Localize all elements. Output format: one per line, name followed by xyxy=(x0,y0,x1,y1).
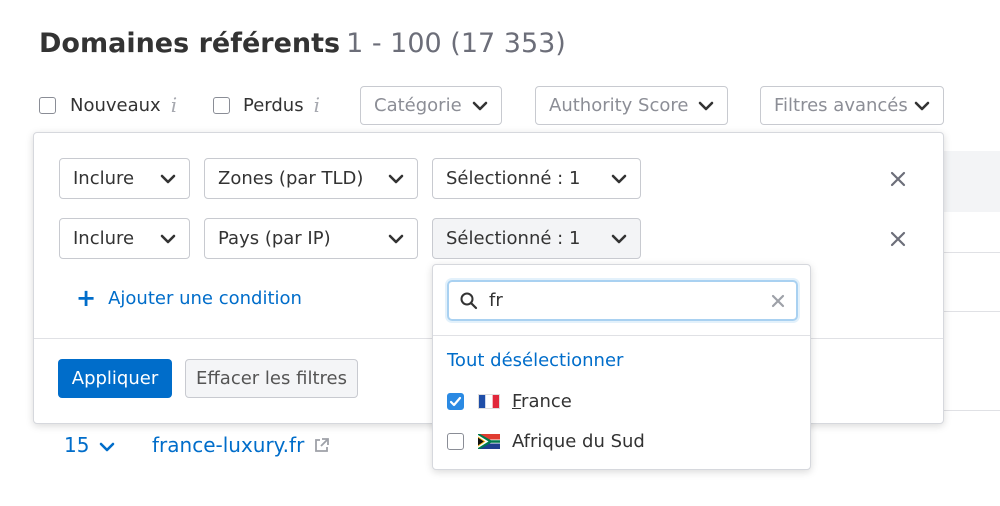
new-label: Nouveaux xyxy=(70,94,161,116)
table-divider xyxy=(944,410,1000,411)
result-range: 1 - 100 (17 353) xyxy=(346,28,566,59)
dropdown-divider xyxy=(433,335,810,336)
page-title: Domaines référents 1 - 100 (17 353) xyxy=(39,28,566,59)
external-link-icon[interactable] xyxy=(313,437,330,454)
chevron-down-icon xyxy=(388,234,404,243)
condition-2-mode-select[interactable]: Inclure xyxy=(59,218,190,259)
advanced-filters-label: Filtres avancés xyxy=(774,95,908,116)
country-dropdown: Tout désélectionner France Afrique du Su… xyxy=(432,264,811,470)
table-divider xyxy=(944,252,1000,253)
condition-value-label: Sélectionné : 1 xyxy=(446,168,581,189)
new-filter[interactable]: Nouveaux i xyxy=(39,92,177,118)
table-divider xyxy=(944,311,1000,312)
condition-mode-label: Inclure xyxy=(73,168,135,189)
south-africa-checkbox[interactable] xyxy=(447,433,464,450)
deselect-all-link[interactable]: Tout désélectionner xyxy=(447,350,623,371)
country-option-south-africa[interactable]: Afrique du Sud xyxy=(447,431,645,452)
condition-1-value-select[interactable]: Sélectionné : 1 xyxy=(432,158,641,199)
page-title-text: Domaines référents xyxy=(39,28,341,59)
info-icon[interactable]: i xyxy=(171,93,177,117)
checkmark-icon xyxy=(449,396,462,407)
condition-2-field-select[interactable]: Pays (par IP) xyxy=(204,218,418,259)
country-option-label: France xyxy=(512,391,572,412)
chevron-down-icon xyxy=(611,174,627,183)
lost-checkbox[interactable] xyxy=(213,96,230,114)
chevron-down-icon xyxy=(472,101,488,110)
condition-1-field-select[interactable]: Zones (par TLD) xyxy=(204,158,418,199)
advanced-filters-button[interactable]: Filtres avancés xyxy=(760,86,944,125)
domain-link-text: france-luxury.fr xyxy=(152,433,305,457)
condition-value-label: Sélectionné : 1 xyxy=(446,228,581,249)
condition-1-mode-select[interactable]: Inclure xyxy=(59,158,190,199)
apply-button[interactable]: Appliquer xyxy=(58,359,172,398)
authority-score-label: Authority Score xyxy=(549,95,689,116)
plus-icon: + xyxy=(76,284,97,312)
condition-field-label: Pays (par IP) xyxy=(218,228,331,249)
lost-label: Perdus xyxy=(243,94,304,116)
condition-field-label: Zones (par TLD) xyxy=(218,168,364,189)
table-header-background xyxy=(944,151,1000,212)
chevron-down-icon xyxy=(388,174,404,183)
chevron-down-icon xyxy=(160,174,176,183)
flag-south-africa-icon xyxy=(478,434,500,449)
france-checkbox[interactable] xyxy=(447,393,464,410)
clear-filters-button[interactable]: Effacer les filtres xyxy=(185,359,358,398)
chevron-down-icon xyxy=(160,234,176,243)
new-checkbox[interactable] xyxy=(39,96,56,114)
country-option-france[interactable]: France xyxy=(447,391,572,412)
remove-condition-1-close-icon[interactable] xyxy=(889,170,907,188)
condition-mode-label: Inclure xyxy=(73,228,135,249)
chevron-down-icon xyxy=(698,101,714,110)
backlinks-count[interactable]: 15 xyxy=(64,433,116,457)
country-option-label: Afrique du Sud xyxy=(512,431,645,452)
info-icon[interactable]: i xyxy=(314,93,320,117)
category-select[interactable]: Catégorie xyxy=(360,86,502,125)
backlinks-count-value: 15 xyxy=(64,433,90,457)
lost-filter[interactable]: Perdus i xyxy=(213,92,320,118)
domain-link[interactable]: france-luxury.fr xyxy=(152,433,330,457)
chevron-down-icon xyxy=(611,234,627,243)
remove-condition-2-close-icon[interactable] xyxy=(889,230,907,248)
country-search-input[interactable] xyxy=(489,290,770,311)
category-label: Catégorie xyxy=(374,95,462,116)
clear-search-close-icon[interactable] xyxy=(770,293,786,309)
chevron-down-icon xyxy=(100,442,115,452)
chevron-down-icon xyxy=(914,101,930,110)
condition-2-value-select[interactable]: Sélectionné : 1 xyxy=(432,218,641,259)
flag-france-icon xyxy=(478,394,500,409)
authority-score-select[interactable]: Authority Score xyxy=(535,86,728,125)
add-condition-link[interactable]: + Ajouter une condition xyxy=(76,286,302,310)
add-condition-label: Ajouter une condition xyxy=(108,287,302,309)
search-icon xyxy=(460,292,478,309)
country-search-box[interactable] xyxy=(447,280,798,321)
